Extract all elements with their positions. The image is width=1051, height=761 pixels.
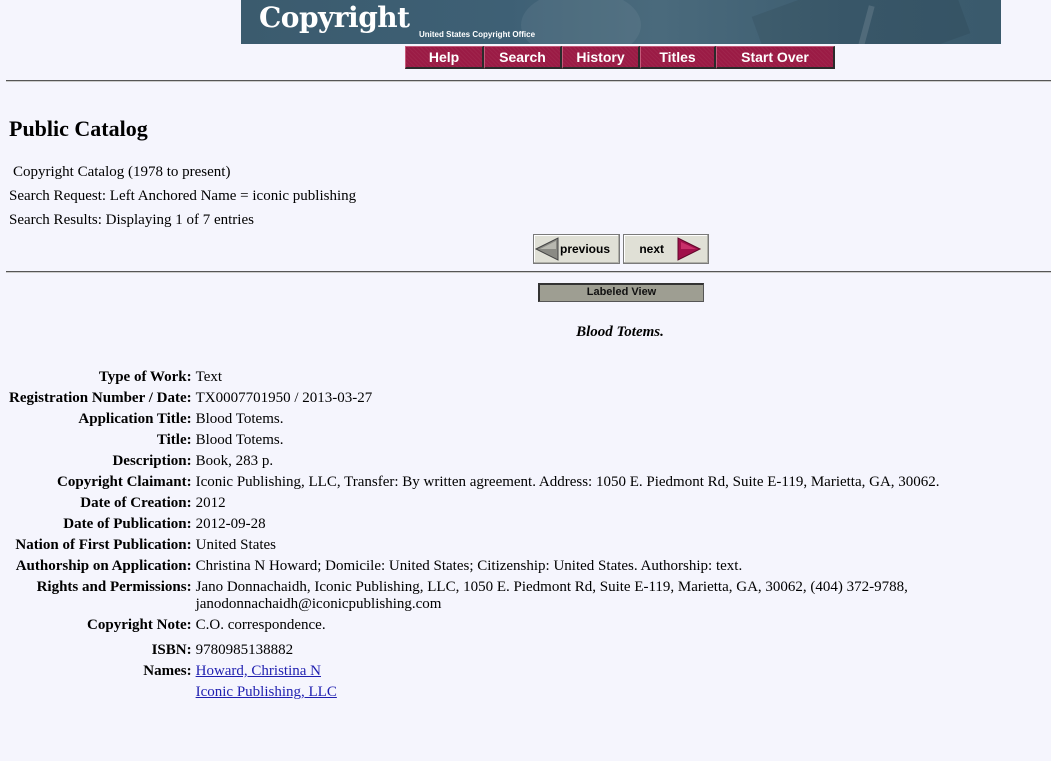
record-field: Authorship on Application: Christina N Ho… <box>7 556 986 577</box>
record-field: Copyright Note: C.O. correspondence. <box>7 615 986 640</box>
field-value: Blood Totems. <box>195 411 284 427</box>
field-label: Authorship on Application: <box>15 558 192 574</box>
field-label: Description: <box>112 453 192 469</box>
field-label: Names: <box>143 663 192 679</box>
field-label: Copyright Claimant: <box>57 474 192 490</box>
record-field: Date of Publication: 2012-09-28 <box>7 514 986 535</box>
divider <box>6 271 1051 273</box>
field-label: Type of Work: <box>98 369 192 385</box>
divider <box>6 80 1051 82</box>
field-value: Book, 283 p. <box>195 453 274 469</box>
field-value: Text <box>195 369 223 385</box>
field-value: Blood Totems. <box>195 432 284 448</box>
right-arrow-icon <box>677 237 702 261</box>
nav-start-over-button[interactable]: Start Over <box>716 46 835 69</box>
nav-titles-button[interactable]: Titles <box>640 46 716 69</box>
record-field: Application Title: Blood Totems. <box>7 409 986 430</box>
record-details: Type of Work: Text Registration Number / … <box>7 367 986 703</box>
copyright-logo: Copyright <box>259 1 410 34</box>
field-label: Copyright Note: <box>87 617 192 633</box>
record-field: ISBN: 9780985138882 <box>7 640 986 661</box>
catalog-name: Copyright Catalog (1978 to present) <box>13 164 231 180</box>
field-label: Date of Creation: <box>80 495 192 511</box>
field-label: Title: <box>156 432 192 448</box>
left-arrow-icon <box>534 237 559 261</box>
record-field: Date of Creation: 2012 <box>7 493 986 514</box>
field-value: 2012-09-28 <box>195 516 266 532</box>
nav-history-button[interactable]: History <box>562 46 640 69</box>
field-label: Nation of First Publication: <box>15 537 192 553</box>
record-field: Description: Book, 283 p. <box>7 451 986 472</box>
name-link[interactable]: Iconic Publishing, LLC <box>196 684 337 700</box>
copyright-office-banner: Copyright United States Copyright Office <box>241 0 1001 44</box>
labeled-view-button[interactable]: Labeled View <box>538 283 704 302</box>
previous-button[interactable]: previous <box>533 234 620 264</box>
field-label: Date of Publication: <box>63 516 192 532</box>
record-field: Rights and Permissions: Jano Donnachaidh,… <box>7 577 986 615</box>
field-value: Jano Donnachaidh, Iconic Publishing, LLC… <box>195 579 908 612</box>
record-field: Copyright Claimant: Iconic Publishing, LL… <box>7 472 986 493</box>
field-value: United States <box>195 537 277 553</box>
record-heading: Blood Totems. <box>576 324 664 340</box>
next-button[interactable]: next <box>623 234 709 264</box>
field-value: Christina N Howard; Domicile: United Sta… <box>195 558 743 574</box>
main-nav: Help Search History Titles Start Over <box>405 46 835 69</box>
previous-label: previous <box>560 242 611 256</box>
banner-decoration <box>521 0 641 44</box>
field-label: ISBN: <box>151 642 192 658</box>
record-field: Registration Number / Date: TX0007701950 … <box>7 388 986 409</box>
field-label: Registration Number / Date: <box>9 390 192 406</box>
field-value: Iconic Publishing, LLC, Transfer: By wri… <box>195 474 940 490</box>
record-field: Type of Work: Text <box>7 367 986 388</box>
record-field: Title: Blood Totems. <box>7 430 986 451</box>
field-value: TX0007701950 / 2013-03-27 <box>195 390 373 406</box>
field-label: Application Title: <box>78 411 192 427</box>
record-field: Nation of First Publication: United State… <box>7 535 986 556</box>
search-request: Search Request: Left Anchored Name = ico… <box>9 188 357 204</box>
record-field: Names: Howard, Christina N <box>7 661 986 682</box>
nav-search-button[interactable]: Search <box>484 46 562 69</box>
logo-subtitle: United States Copyright Office <box>419 30 536 39</box>
field-value: C.O. correspondence. <box>195 617 326 633</box>
name-link[interactable]: Howard, Christina N <box>196 663 321 679</box>
search-results-count: Search Results: Displaying 1 of 7 entrie… <box>9 212 254 228</box>
nav-help-button[interactable]: Help <box>405 46 484 69</box>
record-field: Iconic Publishing, LLC <box>7 682 986 703</box>
field-label: Rights and Permissions: <box>36 579 192 595</box>
next-label: next <box>639 242 664 256</box>
field-value: 2012 <box>195 495 226 511</box>
field-value: 9780985138882 <box>195 642 294 658</box>
page-title: Public Catalog <box>9 116 148 141</box>
